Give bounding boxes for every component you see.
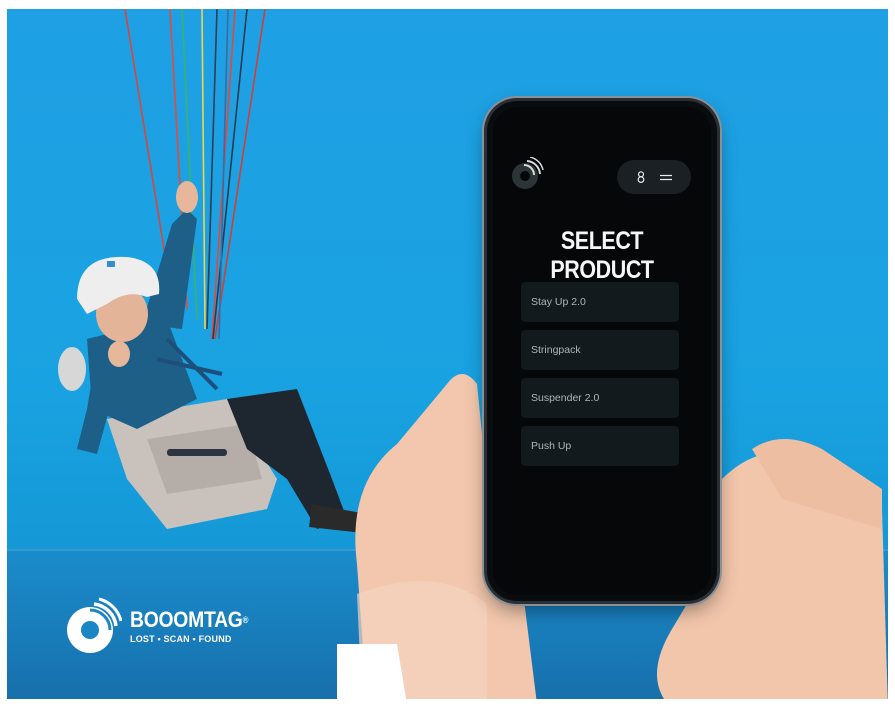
brand-logo: BOOOMTAG® LOST • SCAN • FOUND — [62, 596, 264, 656]
booomtag-brand-icon — [67, 597, 122, 653]
product-item-stringpack[interactable]: Stringpack — [521, 330, 679, 370]
product-item-push-up[interactable]: Push Up — [521, 426, 679, 466]
brand-text: BOOOMTAG® LOST • SCAN • FOUND — [130, 606, 264, 644]
page-title: SELECT PRODUCT — [550, 227, 654, 284]
brand-name: BOOOMTAG® — [130, 606, 249, 632]
menu-icon[interactable] — [660, 173, 672, 182]
phone-screen: SELECT PRODUCT Stay Up 2.0 Stringpack Su… — [493, 107, 711, 595]
brand-name-text: BOOOMTAG — [130, 606, 243, 632]
booomtag-logo-icon[interactable] — [510, 157, 544, 191]
product-item-stay-up[interactable]: Stay Up 2.0 — [521, 282, 679, 322]
paraglider-pilot — [58, 181, 372, 534]
product-item-suspender[interactable]: Suspender 2.0 — [521, 378, 679, 418]
brand-registered-mark: ® — [242, 614, 249, 625]
smartphone: SELECT PRODUCT Stay Up 2.0 Stringpack Su… — [487, 101, 717, 601]
product-list: Stay Up 2.0 Stringpack Suspender 2.0 Pus… — [521, 282, 679, 474]
brand-tagline: LOST • SCAN • FOUND — [130, 633, 232, 644]
header-actions — [617, 160, 691, 194]
user-icon[interactable] — [636, 171, 646, 183]
photo-scene: SELECT PRODUCT Stay Up 2.0 Stringpack Su… — [7, 9, 888, 699]
